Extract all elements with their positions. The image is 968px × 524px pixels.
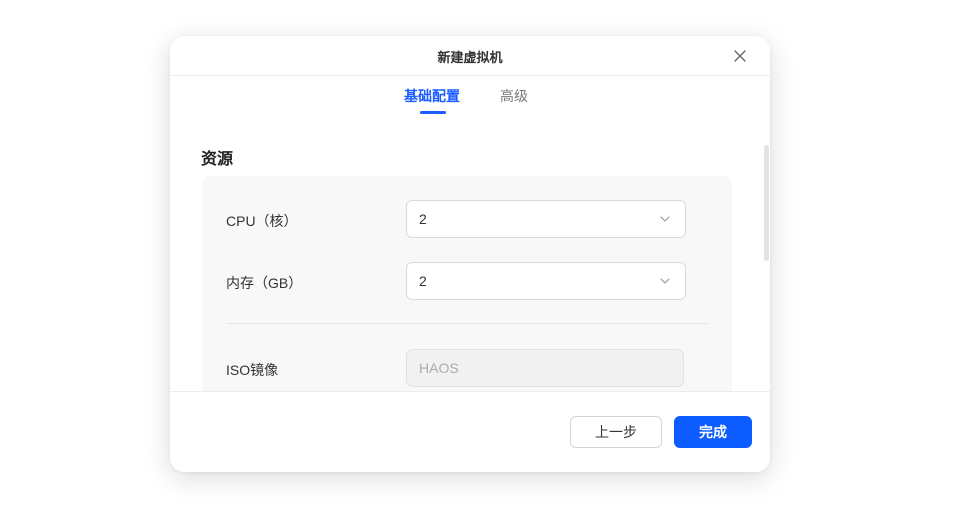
tab-advanced[interactable]: 高级 [500, 86, 528, 106]
close-button[interactable] [732, 48, 748, 64]
dialog-title: 新建虚拟机 [437, 50, 503, 65]
previous-step-button[interactable]: 上一步 [570, 416, 662, 448]
section-title-resources: 资源 [201, 151, 234, 168]
close-icon [734, 50, 746, 62]
iso-image-input[interactable] [406, 349, 684, 387]
panel-divider [226, 323, 708, 324]
dialog-header: 新建虚拟机 [170, 36, 770, 76]
new-vm-dialog: 新建虚拟机 基础配置 高级 资源 CPU（核） 2 内存（GB） 2 ISO镜像… [170, 36, 770, 472]
tab-basic-config[interactable]: 基础配置 [404, 86, 460, 106]
memory-select-value: 2 [419, 273, 427, 289]
dialog-footer: 上一步 完成 [170, 391, 770, 472]
cpu-label: CPU（核） [226, 213, 298, 229]
chevron-down-icon [660, 216, 670, 222]
memory-label: 内存（GB） [226, 275, 303, 291]
chevron-down-icon [660, 278, 670, 284]
cpu-select[interactable]: 2 [406, 200, 686, 238]
tab-bar: 基础配置 高级 [170, 76, 770, 116]
cpu-select-value: 2 [419, 211, 427, 227]
active-tab-indicator [420, 111, 446, 114]
memory-select[interactable]: 2 [406, 262, 686, 300]
resources-panel: CPU（核） 2 内存（GB） 2 ISO镜像 [202, 176, 732, 391]
dialog-body: 资源 CPU（核） 2 内存（GB） 2 ISO镜像 [170, 116, 770, 391]
iso-label: ISO镜像 [226, 362, 279, 378]
dialog-scrollbar[interactable] [764, 145, 769, 261]
finish-button[interactable]: 完成 [674, 416, 752, 448]
